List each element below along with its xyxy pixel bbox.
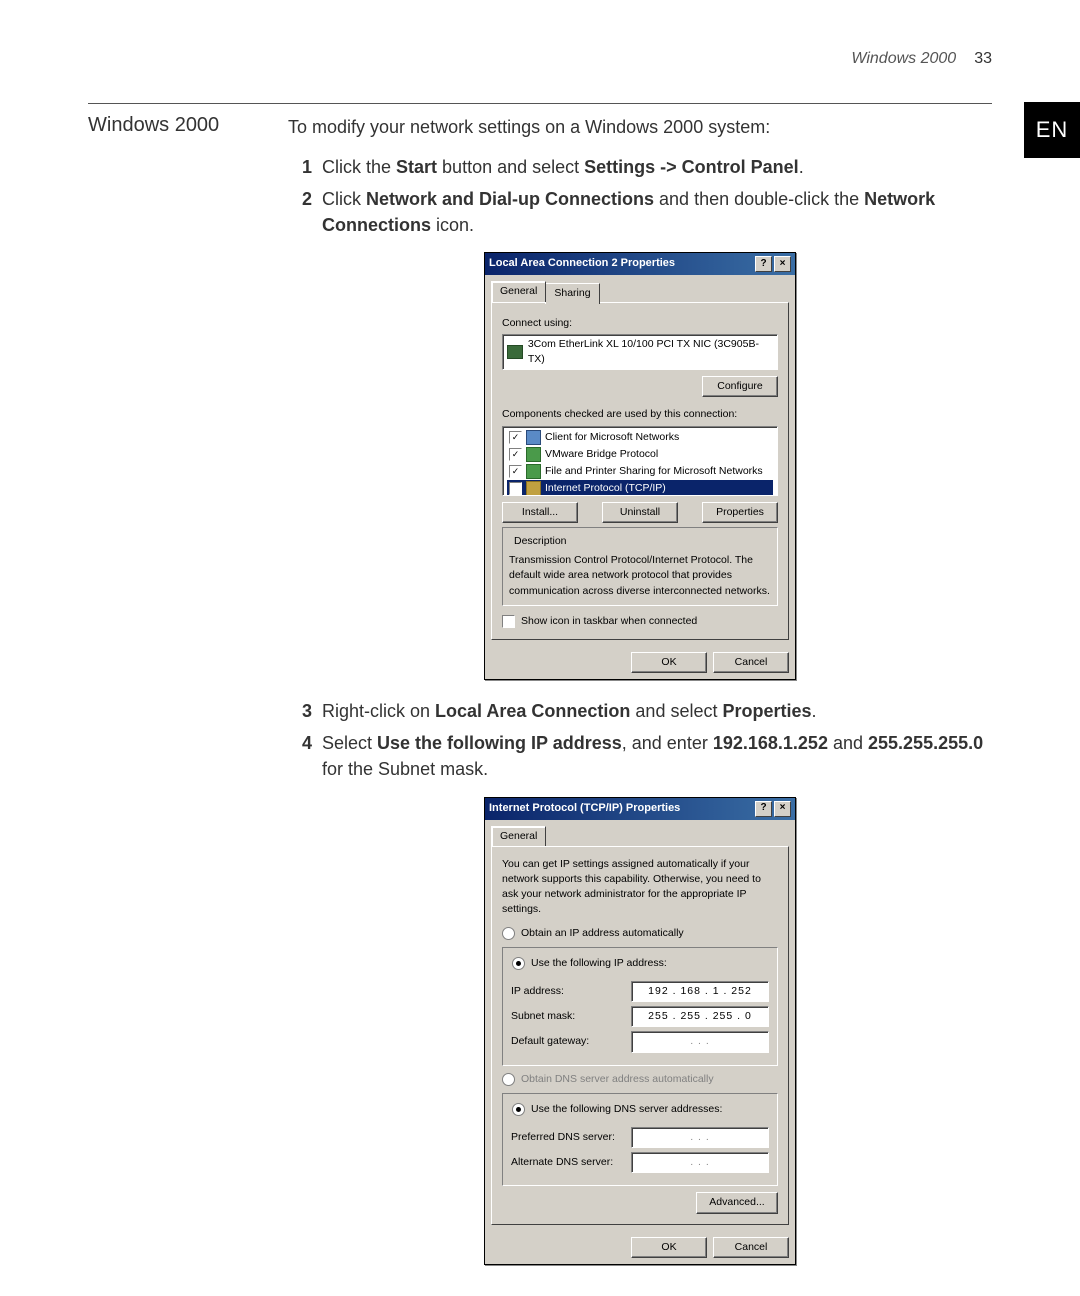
tcpip-icon	[526, 481, 541, 495]
lan-properties-dialog: Local Area Connection 2 Properties ? × G…	[484, 252, 796, 680]
radio-use-following-dns[interactable]: Use the following DNS server addresses:	[509, 1102, 725, 1117]
step-num: 3	[288, 698, 312, 724]
tab-general[interactable]: General	[491, 826, 546, 846]
tcpip-properties-dialog: Internet Protocol (TCP/IP) Properties ? …	[484, 797, 796, 1265]
ip-address-label: IP address:	[511, 984, 631, 999]
radio-obtain-dns-auto: Obtain DNS server address automatically	[502, 1072, 778, 1087]
subnet-mask-input[interactable]: 255 . 255 . 255 . 0	[631, 1006, 769, 1027]
list-item[interactable]: ✓Client for Microsoft Networks	[507, 429, 773, 446]
properties-button[interactable]: Properties	[702, 502, 778, 523]
step-4: 4 Select Use the following IP address, a…	[288, 730, 992, 782]
configure-button[interactable]: Configure	[702, 376, 778, 397]
default-gateway-input[interactable]: . . .	[631, 1031, 769, 1052]
close-icon[interactable]: ×	[774, 256, 791, 272]
description-group: Description Transmission Control Protoco…	[502, 527, 778, 606]
section-heading: Windows 2000	[88, 114, 288, 1283]
help-icon[interactable]: ?	[755, 801, 772, 817]
divider	[88, 103, 992, 104]
help-icon[interactable]: ?	[755, 256, 772, 272]
nic-field: 3Com EtherLink XL 10/100 PCI TX NIC (3C9…	[502, 334, 778, 370]
checkbox-icon[interactable]: ✓	[509, 448, 522, 461]
radio-icon	[502, 1073, 515, 1086]
advanced-button[interactable]: Advanced...	[696, 1192, 778, 1213]
running-header: Windows 2000 33	[88, 50, 992, 68]
header-text: Windows 2000	[851, 50, 956, 68]
step-3: 3 Right-click on Local Area Connection a…	[288, 698, 992, 724]
service-icon	[526, 464, 541, 479]
nic-icon	[507, 345, 523, 359]
step-num: 4	[288, 730, 312, 782]
step-text: Click the Start button and select Settin…	[322, 154, 992, 180]
cancel-button[interactable]: Cancel	[713, 652, 789, 673]
radio-icon[interactable]	[512, 957, 525, 970]
description-text: Transmission Control Protocol/Internet P…	[509, 553, 771, 599]
radio-icon[interactable]	[502, 927, 515, 940]
intro-text: To modify your network settings on a Win…	[288, 114, 992, 140]
alternate-dns-input[interactable]: . . .	[631, 1152, 769, 1173]
close-icon[interactable]: ×	[774, 801, 791, 817]
ip-address-group: Use the following IP address: IP address…	[502, 947, 778, 1066]
ip-address-input[interactable]: 192 . 168 . 1 . 252	[631, 981, 769, 1002]
radio-use-following-ip[interactable]: Use the following IP address:	[509, 956, 670, 971]
components-listbox[interactable]: ✓Client for Microsoft Networks ✓VMware B…	[502, 426, 778, 496]
ok-button[interactable]: OK	[631, 1237, 707, 1258]
titlebar[interactable]: Local Area Connection 2 Properties ? ×	[485, 253, 795, 275]
cancel-button[interactable]: Cancel	[713, 1237, 789, 1258]
page-number: 33	[974, 50, 992, 68]
list-item[interactable]: ✓VMware Bridge Protocol	[507, 446, 773, 463]
language-tag: EN	[1024, 102, 1080, 158]
dns-group: Use the following DNS server addresses: …	[502, 1093, 778, 1187]
nic-name: 3Com EtherLink XL 10/100 PCI TX NIC (3C9…	[528, 337, 773, 367]
alternate-dns-label: Alternate DNS server:	[511, 1155, 631, 1170]
preferred-dns-input[interactable]: . . .	[631, 1127, 769, 1148]
tab-sharing[interactable]: Sharing	[545, 283, 599, 303]
step-num: 1	[288, 154, 312, 180]
checkbox-icon[interactable]: ✓	[509, 482, 522, 495]
step-num: 2	[288, 186, 312, 238]
uninstall-button[interactable]: Uninstall	[602, 502, 678, 523]
description-label: Description	[511, 534, 570, 549]
radio-obtain-ip-auto[interactable]: Obtain an IP address automatically	[502, 926, 778, 941]
step-text: Select Use the following IP address, and…	[322, 730, 992, 782]
subnet-mask-label: Subnet mask:	[511, 1009, 631, 1024]
dialog-title: Local Area Connection 2 Properties	[489, 256, 753, 272]
ok-button[interactable]: OK	[631, 652, 707, 673]
step-text: Click Network and Dial-up Connections an…	[322, 186, 992, 238]
step-1: 1 Click the Start button and select Sett…	[288, 154, 992, 180]
preferred-dns-label: Preferred DNS server:	[511, 1130, 631, 1145]
list-item[interactable]: ✓File and Printer Sharing for Microsoft …	[507, 463, 773, 480]
protocol-icon	[526, 447, 541, 462]
titlebar[interactable]: Internet Protocol (TCP/IP) Properties ? …	[485, 798, 795, 820]
step-2: 2 Click Network and Dial-up Connections …	[288, 186, 992, 238]
client-icon	[526, 430, 541, 445]
list-item[interactable]: ✓Internet Protocol (TCP/IP)	[507, 480, 773, 495]
checkbox-icon[interactable]	[502, 615, 515, 628]
dialog-title: Internet Protocol (TCP/IP) Properties	[489, 801, 753, 817]
checkbox-icon[interactable]: ✓	[509, 465, 522, 478]
radio-icon[interactable]	[512, 1103, 525, 1116]
step-text: Right-click on Local Area Connection and…	[322, 698, 992, 724]
tcpip-blurb: You can get IP settings assigned automat…	[502, 857, 778, 918]
default-gateway-label: Default gateway:	[511, 1034, 631, 1049]
show-icon-checkbox[interactable]: Show icon in taskbar when connected	[502, 614, 778, 629]
checkbox-icon[interactable]: ✓	[509, 431, 522, 444]
tab-general[interactable]: General	[491, 281, 546, 301]
components-label: Components checked are used by this conn…	[502, 407, 778, 422]
connect-using-label: Connect using:	[502, 316, 778, 331]
install-button[interactable]: Install...	[502, 502, 578, 523]
